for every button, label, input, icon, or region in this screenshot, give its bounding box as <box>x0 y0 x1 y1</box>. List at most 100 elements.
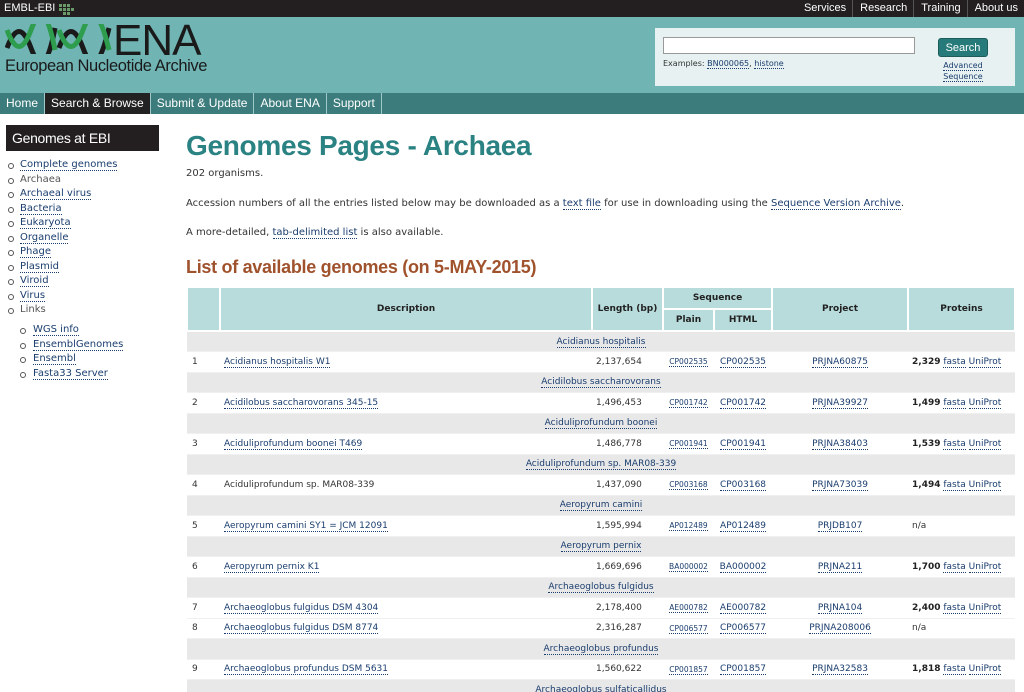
genome-description-link[interactable]: Aeropyrum pernix K1 <box>224 561 320 573</box>
sidebar-link-plasmid[interactable]: Plasmid <box>20 260 60 273</box>
nav-submit-update[interactable]: Submit & Update <box>151 93 255 114</box>
plain-accession-link[interactable]: CP003168 <box>669 480 708 491</box>
fasta-link[interactable]: fasta <box>943 356 966 368</box>
genome-description-link[interactable]: Aeropyrum camini SY1 = JCM 12091 <box>224 520 388 532</box>
plain-accession-link[interactable]: CP001742 <box>669 398 708 409</box>
sidebar-link-bacteria[interactable]: Bacteria <box>20 202 62 215</box>
genome-description-link[interactable]: Acidilobus saccharovorans 345-15 <box>224 397 379 409</box>
sidebar-link-archaeal-virus[interactable]: Archaeal virus <box>20 188 92 200</box>
project-link[interactable]: PRJNA73039 <box>812 479 868 491</box>
genome-description-link[interactable]: Archaeoglobus fulgidus DSM 4304 <box>224 602 379 614</box>
species-group-link[interactable]: Archaeoglobus profundus <box>543 643 659 655</box>
sidebar-sublink-item: Fasta33 Server <box>20 367 123 382</box>
sidebar-link-eukaryota[interactable]: Eukaryota <box>20 217 71 229</box>
sidebar-link-fasta33-server[interactable]: Fasta33 Server <box>33 367 108 380</box>
fasta-link[interactable]: fasta <box>943 397 966 409</box>
html-accession-link[interactable]: BA000002 <box>719 561 767 573</box>
html-accession-link[interactable]: CP001941 <box>719 438 767 450</box>
species-group-link[interactable]: Aeropyrum camini <box>559 500 643 512</box>
species-group-link[interactable]: Aciduliprofundum sp. MAR08-339 <box>525 459 677 471</box>
uniprot-link[interactable]: UniProt <box>968 561 1002 573</box>
sidebar-link-complete-genomes[interactable]: Complete genomes <box>20 159 118 171</box>
html-accession-link[interactable]: CP003168 <box>719 479 767 491</box>
fasta-link[interactable]: fasta <box>943 602 966 614</box>
nav-about-ena[interactable]: About ENA <box>254 93 327 114</box>
tab-delimited-list-link[interactable]: tab-delimited list <box>272 227 358 239</box>
project-link[interactable]: PRJNA60875 <box>812 356 868 368</box>
species-group-link[interactable]: Archaeoglobus sulfaticallidus <box>535 684 667 692</box>
fasta-link[interactable]: fasta <box>943 561 966 573</box>
plain-accession-link[interactable]: CP001857 <box>669 664 708 675</box>
sidebar-link-ensemblgenomes[interactable]: EnsemblGenomes <box>33 338 124 351</box>
sidebar-link-viroid[interactable]: Viroid <box>20 275 49 287</box>
plain-accession-link[interactable]: AE000782 <box>669 603 708 614</box>
table-row: 9 Archaeoglobus profundus DSM 5631 1,560,6… <box>187 659 1016 680</box>
species-group-link[interactable]: Acidilobus saccharovorans <box>541 377 661 389</box>
search-example-bn000065[interactable]: BN000065 <box>707 59 750 69</box>
search-button[interactable]: Search <box>938 38 988 57</box>
project-link[interactable]: PRJNA104 <box>817 602 863 614</box>
sidebar-link-wgs-info[interactable]: WGS info <box>33 324 79 336</box>
species-group-link[interactable]: Aciduliprofundum boonei <box>544 418 658 430</box>
uniprot-link[interactable]: UniProt <box>968 602 1002 614</box>
embl-ebi-brand[interactable]: EMBL-EBI <box>4 2 55 14</box>
top-nav-about-us[interactable]: About us <box>966 0 1024 17</box>
text-file-link[interactable]: text file <box>562 198 601 210</box>
sequence-version-archive-link[interactable]: Sequence Version Archive <box>771 198 901 210</box>
description-cell: Aeropyrum camini SY1 = JCM 12091 <box>220 515 592 537</box>
html-accession-link[interactable]: CP002535 <box>719 356 767 368</box>
description-cell: Archaeoglobus fulgidus DSM 8774 <box>220 618 592 639</box>
html-accession-link[interactable]: CP001857 <box>719 664 767 676</box>
species-group-row: Aeropyrum camini <box>187 495 1016 516</box>
uniprot-link[interactable]: UniProt <box>968 356 1002 368</box>
uniprot-link[interactable]: UniProt <box>968 438 1002 450</box>
html-accession-link[interactable]: AE000782 <box>719 602 767 614</box>
plain-accession-link[interactable]: BA000002 <box>669 562 708 573</box>
genome-description-link[interactable]: Archaeoglobus fulgidus DSM 8774 <box>224 623 379 635</box>
fasta-link[interactable]: fasta <box>943 438 966 450</box>
advanced-search-line1[interactable]: Advanced <box>943 61 983 71</box>
html-accession-link[interactable]: CP006577 <box>719 623 767 635</box>
plain-accession-link[interactable]: CP001941 <box>669 439 708 450</box>
fasta-link[interactable]: fasta <box>943 479 966 491</box>
sidebar-link-organelle[interactable]: Organelle <box>20 231 69 244</box>
advanced-search-link[interactable]: Advanced Sequence <box>940 60 986 82</box>
ena-logo-subtitle[interactable]: European Nucleotide Archive <box>5 57 207 76</box>
uniprot-link[interactable]: UniProt <box>968 664 1002 676</box>
uniprot-link[interactable]: UniProt <box>968 479 1002 491</box>
header-number <box>186 286 221 332</box>
species-group-link[interactable]: Archaeoglobus fulgidus <box>548 582 654 594</box>
plain-accession-link[interactable]: CP002535 <box>669 357 708 368</box>
detailed-text-2: is also available. <box>357 227 444 238</box>
advanced-search-line2[interactable]: Sequence <box>943 72 983 82</box>
species-group-link[interactable]: Acidianus hospitalis <box>556 336 646 348</box>
ena-logo-helix-icon[interactable] <box>5 24 115 54</box>
nav-home[interactable]: Home <box>0 93 46 114</box>
top-nav-training[interactable]: Training <box>913 0 966 17</box>
uniprot-link[interactable]: UniProt <box>968 397 1002 409</box>
genome-description-link[interactable]: Aciduliprofundum boonei T469 <box>224 438 363 450</box>
species-group-link[interactable]: Aeropyrum pernix <box>560 541 642 553</box>
nav-search-browse[interactable]: Search & Browse <box>45 93 151 114</box>
genome-description-link[interactable]: Archaeoglobus profundus DSM 5631 <box>224 664 388 676</box>
plain-accession-link[interactable]: CP006577 <box>669 623 708 634</box>
sidebar-link-ensembl[interactable]: Ensembl <box>33 353 76 365</box>
search-example-histone[interactable]: histone <box>754 59 784 69</box>
nav-support[interactable]: Support <box>327 93 382 114</box>
html-accession-link[interactable]: CP001742 <box>719 397 767 409</box>
project-link[interactable]: PRJNA32583 <box>812 664 868 676</box>
project-link[interactable]: PRJNA208006 <box>809 623 871 635</box>
sidebar-link-phage[interactable]: Phage <box>20 246 51 258</box>
fasta-link[interactable]: fasta <box>943 664 966 676</box>
genome-description-link[interactable]: Acidianus hospitalis W1 <box>224 356 331 368</box>
top-nav-services[interactable]: Services <box>797 0 852 17</box>
top-nav-research[interactable]: Research <box>852 0 913 17</box>
search-input[interactable] <box>663 37 915 54</box>
plain-accession-link[interactable]: AP012489 <box>669 521 708 532</box>
project-link[interactable]: PRJNA39927 <box>812 397 868 409</box>
project-link[interactable]: PRJDB107 <box>817 520 863 532</box>
project-link[interactable]: PRJNA211 <box>817 561 863 573</box>
project-link[interactable]: PRJNA38403 <box>812 438 868 450</box>
html-accession-link[interactable]: AP012489 <box>720 520 766 532</box>
sidebar-link-virus[interactable]: Virus <box>20 289 46 302</box>
